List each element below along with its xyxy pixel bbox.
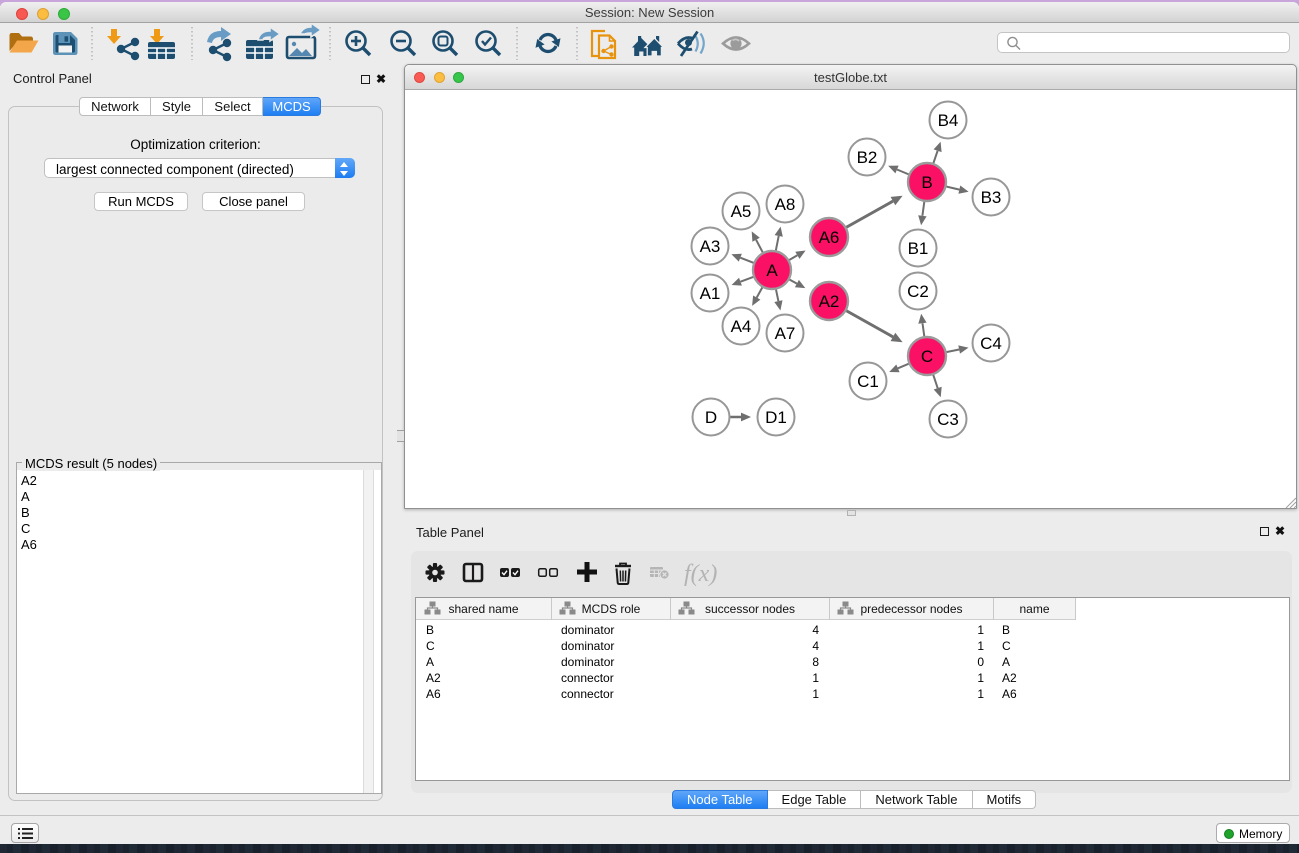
svg-text:C3: C3 xyxy=(937,410,959,429)
svg-text:C4: C4 xyxy=(980,334,1002,353)
svg-text:B2: B2 xyxy=(857,148,878,167)
svg-text:C2: C2 xyxy=(907,282,929,301)
svg-text:C1: C1 xyxy=(857,372,879,391)
svg-text:A8: A8 xyxy=(775,195,796,214)
svg-text:A1: A1 xyxy=(700,284,721,303)
svg-text:C: C xyxy=(921,347,933,366)
svg-text:B4: B4 xyxy=(938,111,959,130)
svg-text:A: A xyxy=(766,261,778,280)
svg-text:A6: A6 xyxy=(819,228,840,247)
svg-text:A2: A2 xyxy=(819,292,840,311)
svg-text:D1: D1 xyxy=(765,408,787,427)
svg-text:A5: A5 xyxy=(731,202,752,221)
svg-text:A7: A7 xyxy=(775,324,796,343)
svg-text:D: D xyxy=(705,408,717,427)
svg-text:A3: A3 xyxy=(700,237,721,256)
svg-text:B: B xyxy=(921,173,932,192)
svg-text:B1: B1 xyxy=(908,239,929,258)
svg-text:f(x): f(x) xyxy=(684,561,717,587)
svg-text:A4: A4 xyxy=(731,317,752,336)
svg-text:B3: B3 xyxy=(981,188,1002,207)
